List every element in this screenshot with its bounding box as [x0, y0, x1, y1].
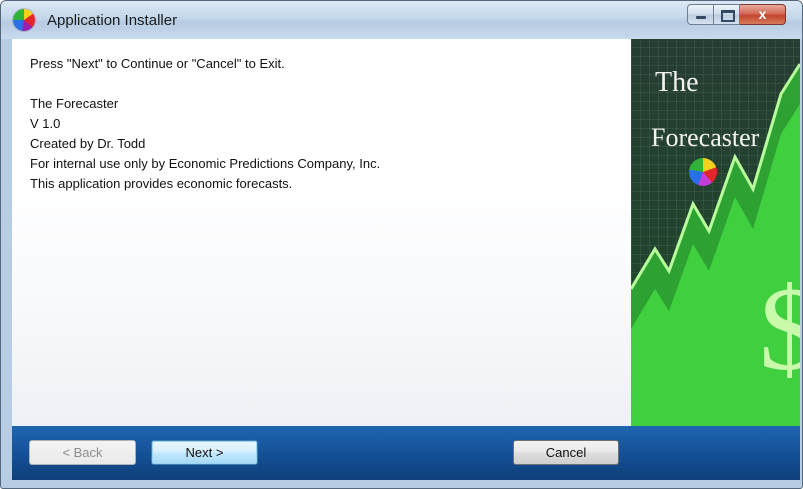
close-button[interactable]: x [740, 4, 786, 25]
installer-window: Application Installer x Press "Next" to … [0, 0, 803, 489]
content-panel: Press "Next" to Continue or "Cancel" to … [12, 39, 631, 426]
forecaster-banner-image: $ The Forecaster [631, 39, 800, 426]
maximize-icon [721, 10, 735, 22]
title-bar[interactable]: Application Installer x [1, 1, 802, 39]
product-name: The Forecaster [30, 96, 119, 111]
cancel-button[interactable]: Cancel [513, 440, 619, 465]
instruction-text: Press "Next" to Continue or "Cancel" to … [30, 56, 285, 71]
version-text: V 1.0 [30, 116, 61, 131]
brand-title-line2: Forecaster [651, 123, 760, 152]
window-title: Application Installer [47, 12, 178, 29]
pie-logo-icon [689, 158, 717, 186]
back-button[interactable]: < Back [29, 440, 136, 465]
minimize-button[interactable] [687, 4, 714, 25]
minimize-icon [696, 16, 706, 19]
close-icon: x [758, 6, 767, 22]
brand-title-line1: The [655, 67, 699, 98]
license-text: For internal use only by Economic Predic… [30, 156, 381, 171]
next-button[interactable]: Next > [151, 440, 258, 465]
maximize-button[interactable] [714, 4, 740, 25]
author-text: Created by Dr. Todd [30, 136, 146, 151]
description-text: This application provides economic forec… [30, 176, 293, 191]
color-wheel-icon [13, 9, 35, 31]
dollar-sign-graphic: $ [759, 262, 800, 395]
